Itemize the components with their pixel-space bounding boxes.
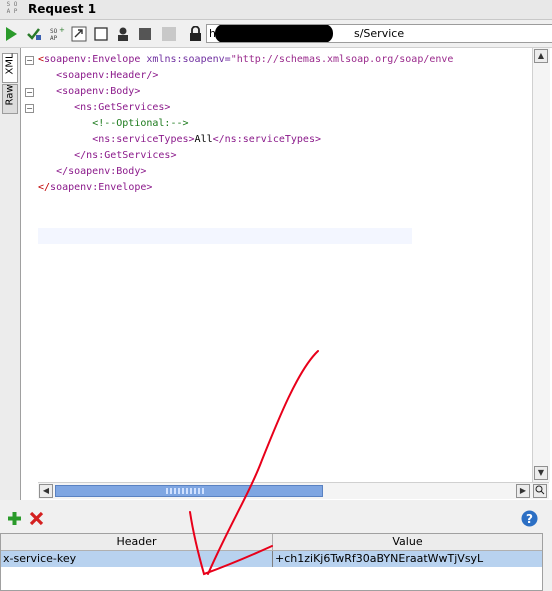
red-annotation-arrow (189, 350, 319, 576)
